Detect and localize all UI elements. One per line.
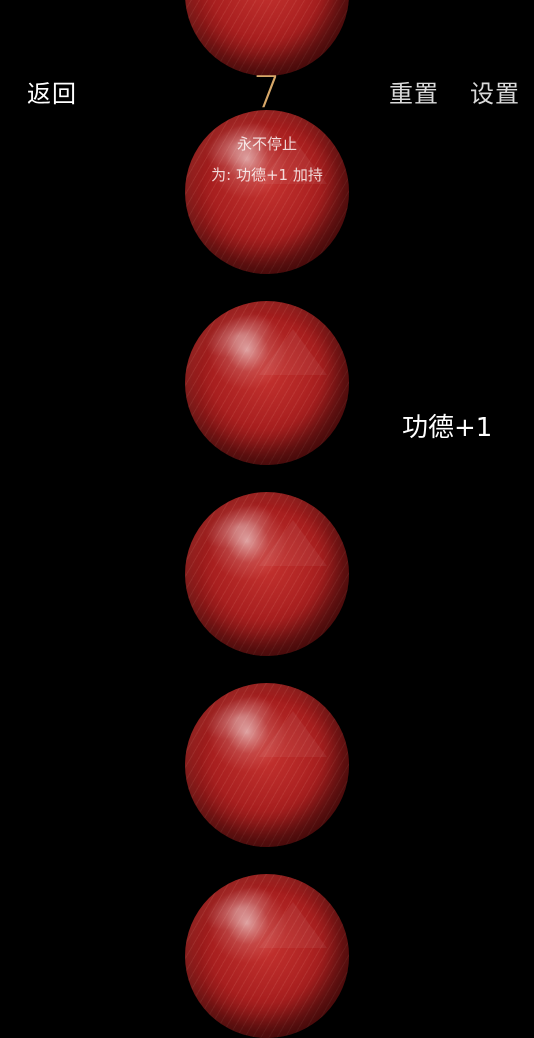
- prayer-bead[interactable]: [185, 492, 349, 656]
- bead-counter: 7: [253, 67, 281, 118]
- bead-reflection: [259, 902, 327, 948]
- mode-label: 永不停止: [236, 135, 297, 153]
- prayer-bead[interactable]: [185, 874, 349, 1038]
- bead-reflection: [259, 329, 327, 375]
- bead-reflection: [259, 520, 327, 566]
- prayer-bead[interactable]: [185, 301, 349, 465]
- prayer-bead[interactable]: [185, 0, 349, 76]
- dedication-label: 为: 功德+1 加持: [211, 166, 323, 184]
- bead-reflection: [259, 711, 327, 757]
- merit-popup-text: 功德+1: [402, 413, 493, 443]
- prayer-bead[interactable]: [185, 683, 349, 847]
